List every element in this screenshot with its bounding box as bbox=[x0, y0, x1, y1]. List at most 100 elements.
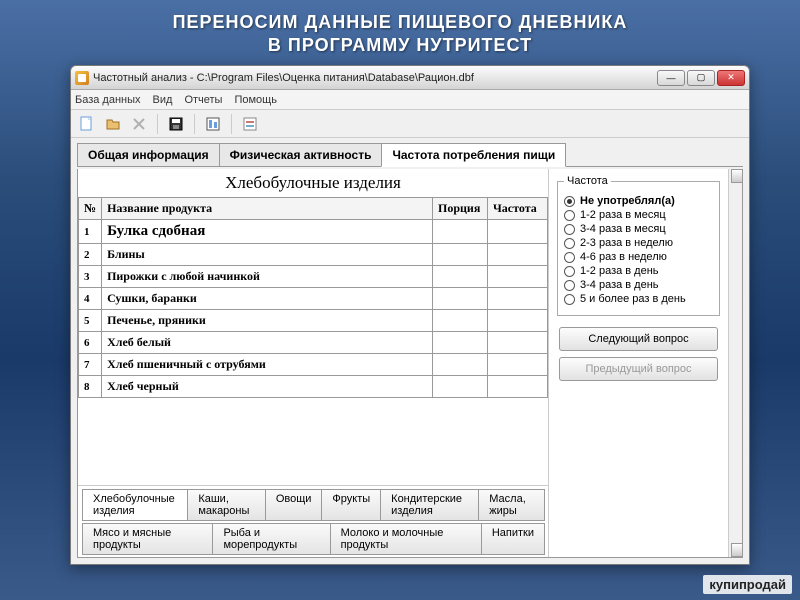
freq-option[interactable]: 1-2 раза в месяц bbox=[564, 209, 713, 221]
freq-option[interactable]: Не употреблял(а) bbox=[564, 195, 713, 207]
table-row[interactable]: 6Хлеб белый bbox=[79, 332, 548, 354]
settings-icon[interactable] bbox=[240, 114, 260, 134]
close-button[interactable]: ✕ bbox=[717, 70, 745, 86]
cell-freq[interactable] bbox=[488, 310, 548, 332]
titlebar: Частотный анализ - C:\Program Files\Оцен… bbox=[71, 66, 749, 90]
freq-option[interactable]: 3-4 раза в день bbox=[564, 279, 713, 291]
table-row[interactable]: 1Булка сдобная bbox=[79, 220, 548, 244]
category-tab[interactable]: Фрукты bbox=[321, 489, 381, 521]
new-icon[interactable] bbox=[77, 114, 97, 134]
radio-icon bbox=[564, 196, 575, 207]
cell-portion[interactable] bbox=[433, 220, 488, 244]
prev-question-button[interactable]: Предыдущий вопрос bbox=[559, 357, 718, 381]
freq-option[interactable]: 5 и более раз в день bbox=[564, 293, 713, 305]
table-row[interactable]: 7Хлеб пшеничный с отрубями bbox=[79, 354, 548, 376]
radio-icon bbox=[564, 266, 575, 277]
menubar: База данных Вид Отчеты Помощь bbox=[71, 90, 749, 110]
vertical-scrollbar[interactable] bbox=[728, 169, 742, 557]
tab-activity[interactable]: Физическая активность bbox=[219, 143, 383, 166]
category-tab[interactable]: Мясо и мясные продукты bbox=[82, 523, 213, 555]
table-row[interactable]: 4Сушки, баранки bbox=[79, 288, 548, 310]
menu-reports[interactable]: Отчеты bbox=[184, 94, 222, 106]
category-tabs: Хлебобулочные изделияКаши, макароныОвощи… bbox=[78, 485, 548, 557]
cell-freq[interactable] bbox=[488, 220, 548, 244]
cell-portion[interactable] bbox=[433, 244, 488, 266]
col-portion: Порция bbox=[433, 198, 488, 220]
app-window: Частотный анализ - C:\Program Files\Оцен… bbox=[70, 65, 750, 565]
freq-option-label: 3-4 раза в день bbox=[580, 279, 659, 291]
cell-num: 4 bbox=[79, 288, 102, 310]
open-icon[interactable] bbox=[103, 114, 123, 134]
freq-option[interactable]: 2-3 раза в неделю bbox=[564, 237, 713, 249]
category-tab[interactable]: Рыба и морепродукты bbox=[212, 523, 330, 555]
menu-view[interactable]: Вид bbox=[153, 94, 173, 106]
freq-option[interactable]: 3-4 раза в месяц bbox=[564, 223, 713, 235]
cell-name: Хлеб белый bbox=[102, 332, 433, 354]
cell-freq[interactable] bbox=[488, 266, 548, 288]
freq-option[interactable]: 1-2 раза в день bbox=[564, 265, 713, 277]
cell-name: Блины bbox=[102, 244, 433, 266]
cell-num: 5 bbox=[79, 310, 102, 332]
col-freq: Частота bbox=[488, 198, 548, 220]
window-title: Частотный анализ - C:\Program Files\Оцен… bbox=[93, 72, 657, 84]
frequency-legend: Частота bbox=[564, 175, 611, 187]
cell-freq[interactable] bbox=[488, 288, 548, 310]
col-name: Название продукта bbox=[102, 198, 433, 220]
cell-portion[interactable] bbox=[433, 354, 488, 376]
maximize-button[interactable]: ▢ bbox=[687, 70, 715, 86]
toolbar-separator bbox=[157, 114, 158, 134]
cell-freq[interactable] bbox=[488, 376, 548, 398]
table-row[interactable]: 2Блины bbox=[79, 244, 548, 266]
freq-option-label: 2-3 раза в неделю bbox=[580, 237, 673, 249]
report-icon[interactable] bbox=[203, 114, 223, 134]
freq-option-label: 1-2 раза в день bbox=[580, 265, 659, 277]
radio-icon bbox=[564, 294, 575, 305]
main-tabs: Общая информация Физическая активность Ч… bbox=[77, 142, 743, 167]
minimize-button[interactable]: — bbox=[657, 70, 685, 86]
table-row[interactable]: 5Печенье, пряники bbox=[79, 310, 548, 332]
tab-general[interactable]: Общая информация bbox=[77, 143, 220, 166]
save-icon[interactable] bbox=[166, 114, 186, 134]
freq-option-label: 5 и более раз в день bbox=[580, 293, 686, 305]
tab-frequency[interactable]: Частота потребления пищи bbox=[381, 143, 566, 167]
cell-portion[interactable] bbox=[433, 266, 488, 288]
category-tab[interactable]: Масла, жиры bbox=[478, 489, 545, 521]
radio-icon bbox=[564, 238, 575, 249]
category-tab[interactable]: Напитки bbox=[481, 523, 545, 555]
cell-portion[interactable] bbox=[433, 332, 488, 354]
slide-title-line2: В ПРОГРАММУ НУТРИТЕСТ bbox=[0, 35, 800, 64]
products-panel: Хлебобулочные изделия № Название продукт… bbox=[78, 169, 548, 557]
menu-database[interactable]: База данных bbox=[75, 94, 141, 106]
watermark: купипродай bbox=[703, 575, 792, 594]
cell-portion[interactable] bbox=[433, 310, 488, 332]
category-tab[interactable]: Каши, макароны bbox=[187, 489, 265, 521]
toolbar-separator bbox=[231, 114, 232, 134]
category-tab[interactable]: Кондитерские изделия bbox=[380, 489, 479, 521]
menu-help[interactable]: Помощь bbox=[234, 94, 277, 106]
cell-num: 7 bbox=[79, 354, 102, 376]
radio-icon bbox=[564, 210, 575, 221]
radio-icon bbox=[564, 252, 575, 263]
next-question-button[interactable]: Следующий вопрос bbox=[559, 327, 718, 351]
freq-option-label: 4-6 раз в неделю bbox=[580, 251, 667, 263]
table-row[interactable]: 8Хлеб черный bbox=[79, 376, 548, 398]
cell-freq[interactable] bbox=[488, 244, 548, 266]
cell-freq[interactable] bbox=[488, 354, 548, 376]
category-tab[interactable]: Хлебобулочные изделия bbox=[82, 489, 188, 521]
cell-num: 8 bbox=[79, 376, 102, 398]
category-tab[interactable]: Овощи bbox=[265, 489, 323, 521]
cell-freq[interactable] bbox=[488, 332, 548, 354]
cell-num: 1 bbox=[79, 220, 102, 244]
cell-portion[interactable] bbox=[433, 288, 488, 310]
toolbar bbox=[71, 110, 749, 138]
cell-portion[interactable] bbox=[433, 376, 488, 398]
delete-icon[interactable] bbox=[129, 114, 149, 134]
radio-icon bbox=[564, 280, 575, 291]
cell-name: Булка сдобная bbox=[102, 220, 433, 244]
freq-option[interactable]: 4-6 раз в неделю bbox=[564, 251, 713, 263]
category-tab[interactable]: Молоко и молочные продукты bbox=[330, 523, 482, 555]
frequency-fieldset: Частота Не употреблял(а) 1-2 раза в месяц… bbox=[557, 175, 720, 316]
table-row[interactable]: 3Пирожки с любой начинкой bbox=[79, 266, 548, 288]
app-icon bbox=[75, 71, 89, 85]
section-title: Хлебобулочные изделия bbox=[78, 169, 548, 197]
